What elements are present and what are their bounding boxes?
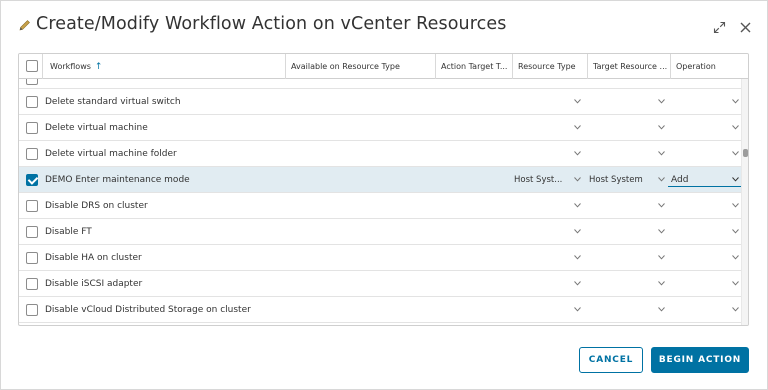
target-resource-dropdown-chevron-icon[interactable] bbox=[658, 177, 665, 183]
table-row[interactable]: Disable iSCSI adapter bbox=[19, 271, 743, 297]
begin-action-button[interactable]: BEGIN ACTION bbox=[651, 347, 749, 373]
resource-type-dropdown-chevron-icon[interactable] bbox=[574, 255, 581, 261]
table-row[interactable]: Delete virtual machine folder bbox=[19, 141, 743, 167]
sort-ascending-icon: ↑ bbox=[94, 62, 103, 72]
datagrid-header: Workflows ↑ Available on Resource Type Ac… bbox=[19, 54, 748, 79]
workflow-name: Delete virtual machine bbox=[45, 123, 148, 133]
target-resource-dropdown-chevron-icon[interactable] bbox=[658, 203, 665, 209]
operation-dropdown-chevron-icon[interactable] bbox=[732, 229, 739, 235]
target-resource-dropdown-chevron-icon[interactable] bbox=[658, 229, 665, 235]
column-header-workflows-label: Workflows bbox=[50, 62, 91, 71]
row-checkbox[interactable] bbox=[26, 174, 38, 186]
select-all-checkbox[interactable] bbox=[26, 60, 38, 72]
resource-type-dropdown-chevron-icon[interactable] bbox=[574, 99, 581, 105]
column-header-workflows[interactable]: Workflows ↑ bbox=[42, 54, 285, 79]
target-resource-dropdown-chevron-icon[interactable] bbox=[658, 125, 665, 131]
target-resource-dropdown-chevron-icon[interactable] bbox=[658, 307, 665, 313]
target-resource-dropdown-chevron-icon[interactable] bbox=[658, 151, 665, 157]
resource-type-value: Host Syst... bbox=[514, 175, 563, 185]
scrollbar-thumb[interactable] bbox=[743, 149, 748, 157]
row-checkbox[interactable] bbox=[26, 304, 38, 316]
resource-type-dropdown-chevron-icon[interactable] bbox=[574, 307, 581, 313]
table-row[interactable]: Disable vCloud Distributed Storage on cl… bbox=[19, 297, 743, 323]
column-header-operation[interactable]: Operation bbox=[670, 54, 743, 79]
workflow-name: Delete standard virtual switch bbox=[45, 97, 181, 107]
row-checkbox[interactable] bbox=[26, 96, 38, 108]
target-resource-dropdown-chevron-icon[interactable] bbox=[658, 99, 665, 105]
cancel-button[interactable]: CANCEL bbox=[579, 347, 643, 373]
row-checkbox[interactable] bbox=[26, 200, 38, 212]
column-header-target-resource[interactable]: Target Resource ... bbox=[587, 54, 670, 79]
operation-value: Add bbox=[671, 175, 689, 185]
resource-type-dropdown-chevron-icon[interactable] bbox=[574, 151, 581, 157]
resource-type-dropdown-chevron-icon[interactable] bbox=[574, 203, 581, 209]
operation-dropdown-chevron-icon[interactable] bbox=[732, 255, 739, 261]
row-checkbox[interactable] bbox=[26, 278, 38, 290]
close-icon[interactable] bbox=[739, 19, 753, 33]
operation-dropdown-chevron-icon[interactable] bbox=[732, 177, 739, 183]
operation-dropdown-chevron-icon[interactable] bbox=[732, 125, 739, 131]
dialog-header: Create/Modify Workflow Action on vCenter… bbox=[18, 14, 506, 34]
table-row[interactable]: Disable FT bbox=[19, 219, 743, 245]
datagrid-body: Delete standard virtual switch Delete vir… bbox=[19, 79, 743, 325]
workflow-action-dialog: Create/Modify Workflow Action on vCenter… bbox=[0, 0, 768, 390]
column-header-action-target[interactable]: Action Target T... bbox=[435, 54, 512, 79]
target-resource-value: Host System bbox=[589, 175, 643, 185]
operation-dropdown-chevron-icon[interactable] bbox=[732, 307, 739, 313]
workflow-name: Disable vCloud Distributed Storage on cl… bbox=[45, 305, 251, 315]
operation-dropdown-chevron-icon[interactable] bbox=[732, 151, 739, 157]
dialog-header-controls bbox=[713, 19, 753, 34]
table-row[interactable]: Delete standard virtual switch bbox=[19, 89, 743, 115]
resource-type-dropdown-chevron-icon[interactable] bbox=[574, 281, 581, 287]
workflow-name: Disable FT bbox=[45, 227, 92, 237]
table-row[interactable]: Disable DRS on cluster bbox=[19, 193, 743, 219]
datagrid-scrollbar[interactable] bbox=[741, 79, 748, 325]
column-header-resource-type[interactable]: Resource Type bbox=[512, 54, 587, 79]
row-checkbox[interactable] bbox=[26, 252, 38, 264]
workflow-name: Disable HA on cluster bbox=[45, 253, 142, 263]
resource-type-dropdown-chevron-icon[interactable] bbox=[574, 229, 581, 235]
operation-dropdown-chevron-icon[interactable] bbox=[732, 203, 739, 209]
target-resource-dropdown-chevron-icon[interactable] bbox=[658, 255, 665, 261]
dialog-title: Create/Modify Workflow Action on vCenter… bbox=[36, 14, 507, 34]
row-checkbox[interactable] bbox=[26, 226, 38, 238]
workflow-name: Disable iSCSI adapter bbox=[45, 279, 143, 289]
workflows-datagrid: Workflows ↑ Available on Resource Type Ac… bbox=[18, 53, 749, 326]
table-row[interactable]: DEMO Enter maintenance mode Host Syst... H… bbox=[19, 167, 743, 193]
row-checkbox[interactable] bbox=[26, 122, 38, 134]
column-header-available-on[interactable]: Available on Resource Type bbox=[285, 54, 435, 79]
resource-type-dropdown-chevron-icon[interactable] bbox=[574, 177, 581, 183]
expand-icon[interactable] bbox=[713, 19, 727, 34]
operation-dropdown-chevron-icon[interactable] bbox=[732, 99, 739, 105]
pencil-icon bbox=[18, 17, 32, 31]
workflow-name: Disable DRS on cluster bbox=[45, 201, 148, 211]
operation-dropdown-chevron-icon[interactable] bbox=[732, 281, 739, 287]
row-checkbox[interactable] bbox=[26, 148, 38, 160]
workflow-name: Delete virtual machine folder bbox=[45, 149, 177, 159]
resource-type-dropdown-chevron-icon[interactable] bbox=[574, 125, 581, 131]
workflow-name: DEMO Enter maintenance mode bbox=[45, 175, 190, 185]
row-checkbox[interactable] bbox=[26, 79, 38, 85]
table-row[interactable]: Delete virtual machine bbox=[19, 115, 743, 141]
target-resource-dropdown-chevron-icon[interactable] bbox=[658, 281, 665, 287]
table-row-partial bbox=[19, 79, 743, 89]
table-row[interactable]: Disable HA on cluster bbox=[19, 245, 743, 271]
